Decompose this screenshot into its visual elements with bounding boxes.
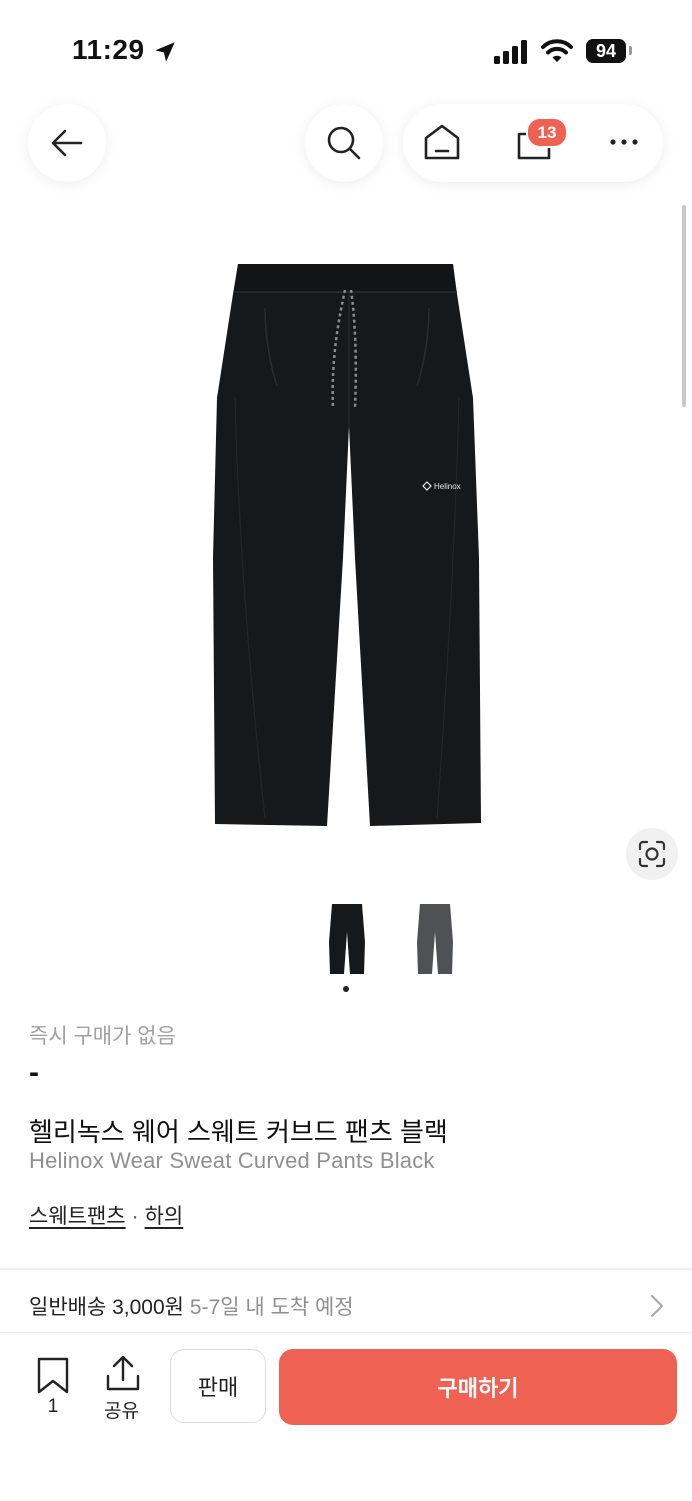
product-name-korean: 헬리녹스 웨어 스웨트 커브드 팬츠 블랙	[29, 1117, 448, 1147]
battery-indicator: 94	[586, 39, 626, 63]
search-icon	[327, 126, 361, 160]
bookmark-icon	[37, 1357, 69, 1394]
color-thumbnail-charcoal[interactable]	[415, 902, 455, 978]
wifi-icon	[541, 39, 573, 62]
share-button[interactable]	[104, 1354, 142, 1394]
section-divider	[0, 1268, 692, 1270]
lens-scan-icon	[638, 840, 666, 868]
cart-count-badge: 13	[526, 117, 568, 148]
location-arrow-icon	[155, 42, 175, 62]
chevron-right-icon	[650, 1294, 664, 1318]
save-button[interactable]	[36, 1356, 70, 1396]
carousel-indicator-dot	[343, 986, 349, 992]
shipping-eta: 5-7일 내 도착 예정	[189, 1296, 354, 1319]
category-breadcrumb: 스웨트팬츠 · 하의	[29, 1200, 183, 1230]
home-button[interactable]	[420, 120, 464, 164]
search-button[interactable]	[305, 104, 383, 182]
category-separator: ·	[131, 1205, 139, 1228]
arrow-left-icon	[51, 129, 83, 157]
status-time: 11:29	[72, 34, 145, 65]
category-link-sweatpants[interactable]: 스웨트팬츠	[29, 1205, 126, 1228]
battery-cap	[629, 46, 632, 55]
category-link-bottoms[interactable]: 하의	[145, 1205, 184, 1228]
product-name-english: Helinox Wear Sweat Curved Pants Black	[29, 1148, 435, 1173]
share-icon	[106, 1355, 140, 1391]
shipping-info-row[interactable]: 일반배송 3,000원 5-7일 내 도착 예정	[29, 1291, 354, 1321]
color-thumbnail-black[interactable]	[327, 902, 367, 978]
product-brand-mark: Helinox	[434, 482, 461, 491]
shipping-method: 일반배송 3,000원	[29, 1296, 184, 1319]
save-count: 1	[47, 1396, 59, 1417]
image-search-button[interactable]	[626, 828, 678, 880]
buy-button[interactable]: 구매하기	[279, 1349, 677, 1425]
share-label: 공유	[104, 1401, 139, 1422]
product-price: -	[29, 1056, 39, 1089]
more-dots-icon	[610, 139, 638, 145]
home-icon	[424, 124, 460, 160]
sell-button[interactable]: 판매	[170, 1349, 266, 1423]
instant-buy-label: 즉시 구매가 없음	[29, 1025, 176, 1048]
more-button[interactable]	[604, 128, 644, 156]
cellular-signal-icon	[494, 40, 527, 64]
back-button[interactable]	[28, 104, 106, 182]
scroll-indicator[interactable]	[682, 205, 686, 407]
product-image: Helinox	[213, 264, 481, 826]
